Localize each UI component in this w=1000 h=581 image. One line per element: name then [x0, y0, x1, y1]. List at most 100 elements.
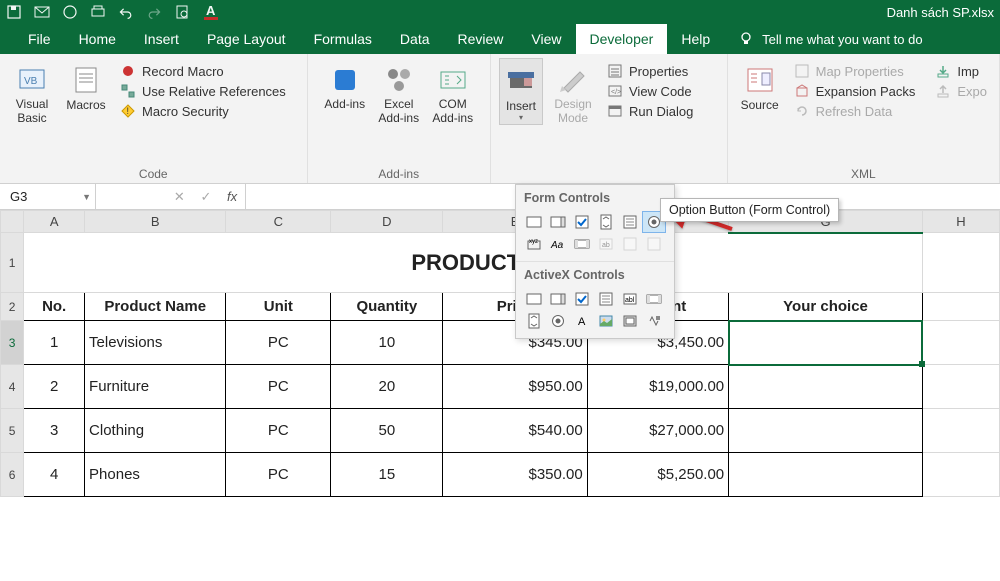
refresh-data-button[interactable]: Refresh Data — [790, 102, 920, 120]
cell-C2[interactable]: Unit — [226, 293, 331, 321]
cell-H4[interactable] — [922, 365, 999, 409]
commandbutton-activex[interactable] — [522, 288, 546, 310]
cell-A3[interactable]: 1 — [24, 321, 85, 365]
cell-F6[interactable]: $5,250.00 — [587, 453, 728, 497]
col-header-D[interactable]: D — [331, 211, 443, 233]
cell-G2[interactable]: Your choice — [729, 293, 923, 321]
cell-C3[interactable]: PC — [226, 321, 331, 365]
listbox-form-control[interactable] — [618, 211, 642, 233]
cell-G4[interactable] — [729, 365, 923, 409]
row-header-6[interactable]: 6 — [1, 453, 24, 497]
row-header-1[interactable]: 1 — [1, 233, 24, 293]
import-button[interactable]: Imp — [931, 62, 991, 80]
cell-E5[interactable]: $540.00 — [443, 409, 587, 453]
excel-addins-button[interactable]: Excel Add-ins — [375, 58, 423, 128]
save-icon[interactable] — [6, 4, 22, 20]
groupbox-form-control[interactable]: xyz — [522, 233, 546, 255]
com-addins-button[interactable]: COM Add-ins — [429, 58, 477, 128]
cell-B5[interactable]: Clothing — [85, 409, 226, 453]
tab-help[interactable]: Help — [667, 24, 724, 54]
chevron-down-icon[interactable]: ▼ — [82, 192, 91, 202]
button-form-control[interactable] — [522, 211, 546, 233]
worksheet[interactable]: A B C D E F G H 1 PRODUCTS 2 No. Product… — [0, 210, 1000, 497]
cell-E4[interactable]: $950.00 — [443, 365, 587, 409]
tab-insert[interactable]: Insert — [130, 24, 193, 54]
textbox-activex[interactable]: abl — [618, 288, 642, 310]
record-macro-button[interactable]: Record Macro — [116, 62, 290, 80]
row-header-3[interactable]: 3 — [1, 321, 24, 365]
cell-C4[interactable]: PC — [226, 365, 331, 409]
source-button[interactable]: Source — [736, 58, 784, 114]
email-icon[interactable] — [34, 4, 50, 20]
checkbox-form-control[interactable] — [570, 211, 594, 233]
cell-E6[interactable]: $350.00 — [443, 453, 587, 497]
cell-G5[interactable] — [729, 409, 923, 453]
cell-H3[interactable] — [922, 321, 999, 365]
name-box[interactable]: G3▼ — [0, 184, 96, 209]
visual-basic-button[interactable]: VB Visual Basic — [8, 58, 56, 128]
expansion-packs-button[interactable]: Expansion Packs — [790, 82, 920, 100]
cell-C6[interactable]: PC — [226, 453, 331, 497]
morecontrols-activex[interactable] — [642, 310, 666, 332]
spinbutton-form-control[interactable] — [594, 211, 618, 233]
cell-A2[interactable]: No. — [24, 293, 85, 321]
tab-developer[interactable]: Developer — [576, 24, 668, 54]
cancel-icon[interactable]: ✕ — [174, 189, 185, 205]
cell-D5[interactable]: 50 — [331, 409, 443, 453]
togglebutton-activex[interactable] — [618, 310, 642, 332]
circle-icon[interactable] — [62, 4, 78, 20]
macros-button[interactable]: Macros — [62, 58, 110, 114]
cell-B6[interactable]: Phones — [85, 453, 226, 497]
cell-H1[interactable] — [922, 233, 999, 293]
map-properties-button[interactable]: Map Properties — [790, 62, 920, 80]
row-header-2[interactable]: 2 — [1, 293, 24, 321]
col-header-B[interactable]: B — [85, 211, 226, 233]
select-all-corner[interactable] — [1, 211, 24, 233]
cell-B2[interactable]: Product Name — [85, 293, 226, 321]
quick-print-icon[interactable] — [90, 4, 106, 20]
cell-A6[interactable]: 4 — [24, 453, 85, 497]
cell-H6[interactable] — [922, 453, 999, 497]
label-activex[interactable]: A — [570, 310, 594, 332]
cell-D2[interactable]: Quantity — [331, 293, 443, 321]
col-header-C[interactable]: C — [226, 211, 331, 233]
combobox-activex[interactable] — [546, 288, 570, 310]
print-preview-icon[interactable] — [174, 4, 190, 20]
cell-H2[interactable] — [922, 293, 999, 321]
cell-D4[interactable]: 20 — [331, 365, 443, 409]
tab-file[interactable]: File — [14, 24, 65, 54]
tab-formulas[interactable]: Formulas — [300, 24, 386, 54]
cell-title[interactable]: PRODUCTS — [24, 233, 923, 293]
tab-view[interactable]: View — [517, 24, 575, 54]
undo-icon[interactable] — [118, 4, 134, 20]
tell-me[interactable]: Tell me what you want to do — [724, 24, 936, 54]
cell-G6[interactable] — [729, 453, 923, 497]
redo-icon[interactable] — [146, 4, 162, 20]
addins-button[interactable]: Add-ins — [321, 58, 369, 114]
tab-data[interactable]: Data — [386, 24, 444, 54]
tab-home[interactable]: Home — [65, 24, 130, 54]
col-header-A[interactable]: A — [24, 211, 85, 233]
cell-A5[interactable]: 3 — [24, 409, 85, 453]
tab-review[interactable]: Review — [444, 24, 518, 54]
cell-F5[interactable]: $27,000.00 — [587, 409, 728, 453]
image-activex[interactable] — [594, 310, 618, 332]
cell-B4[interactable]: Furniture — [85, 365, 226, 409]
run-dialog-button[interactable]: Run Dialog — [603, 102, 697, 120]
cell-B3[interactable]: Televisions — [85, 321, 226, 365]
optionbutton-activex[interactable] — [546, 310, 570, 332]
enter-icon[interactable]: ✓ — [200, 189, 211, 205]
col-header-H[interactable]: H — [922, 211, 999, 233]
cell-G3[interactable] — [729, 321, 923, 365]
combobox-form-control[interactable] — [546, 211, 570, 233]
cell-H5[interactable] — [922, 409, 999, 453]
macro-security-button[interactable]: !Macro Security — [116, 102, 290, 120]
properties-button[interactable]: Properties — [603, 62, 697, 80]
cell-F4[interactable]: $19,000.00 — [587, 365, 728, 409]
design-mode-button[interactable]: Design Mode — [549, 58, 597, 128]
listbox-activex[interactable] — [594, 288, 618, 310]
insert-controls-button[interactable]: Insert ▾ — [499, 58, 543, 125]
fx-icon[interactable]: fx — [227, 189, 237, 204]
view-code-button[interactable]: </>View Code — [603, 82, 697, 100]
label-form-control[interactable]: Aa — [546, 233, 570, 255]
